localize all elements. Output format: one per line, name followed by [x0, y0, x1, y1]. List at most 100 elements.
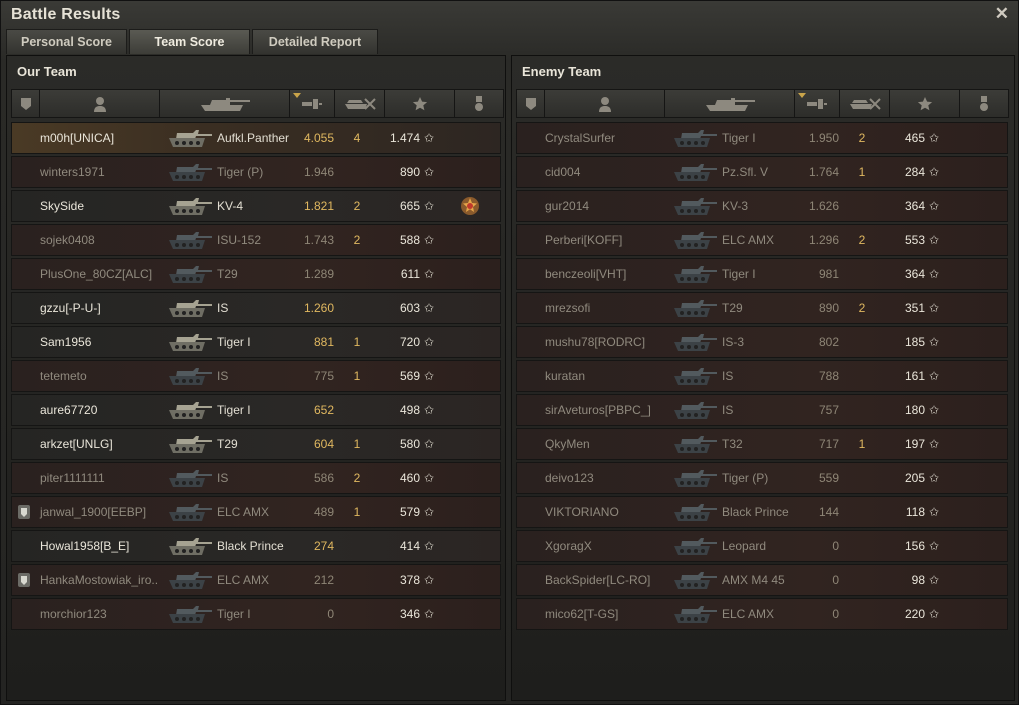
tab-personal-score[interactable]: Personal Score [6, 29, 127, 54]
kills-value: 1 [353, 437, 361, 451]
player-row[interactable]: sojek0408 ISU-152 1.743 2 588 ✩ [11, 224, 501, 256]
tank-name: T29 [217, 437, 238, 451]
player-row[interactable]: gzzu[-P-U-] IS 1.260 603 ✩ [11, 292, 501, 324]
xp-star-icon: ✩ [424, 437, 435, 451]
player-row[interactable]: kuratan IS 788 161 ✩ [516, 360, 1008, 392]
player-row[interactable]: CrystalSurfer Tiger I 1.950 2 465 ✩ [516, 122, 1008, 154]
xp-value: 460 [399, 471, 420, 485]
player-row[interactable]: mico62[T-GS] ELC AMX 0 220 ✩ [516, 598, 1008, 630]
our-header-damage[interactable] [290, 90, 335, 117]
tank-name: Tiger I [217, 403, 251, 417]
damage-value: 489 [313, 505, 334, 519]
tank-icon [670, 397, 720, 423]
kills-value: 2 [353, 199, 361, 213]
player-row[interactable]: gur2014 KV-3 1.626 364 ✩ [516, 190, 1008, 222]
our-header-xp-star[interactable] [385, 90, 455, 117]
xp-star-icon: ✩ [929, 369, 940, 383]
tank-icon [670, 125, 720, 151]
xp-star-icon [917, 96, 933, 112]
tank-icon [670, 601, 720, 627]
player-row[interactable]: HankaMostowiak_iro.. ELC AMX 212 378 ✩ [11, 564, 501, 596]
player-row[interactable]: XgoragX Leopard 0 156 ✩ [516, 530, 1008, 562]
tank-icon [198, 96, 252, 112]
player-row[interactable]: m00h[UNICA] Aufkl.Panther 4.055 4 1.474 ✩ [11, 122, 501, 154]
player-row[interactable]: BackSpider[LC-RO] AMX M4 45 0 98 ✩ [516, 564, 1008, 596]
player-name: deivo123 [545, 471, 594, 485]
player-name: HankaMostowiak_iro.. [40, 573, 159, 587]
our-team-panel: Our Team m00h[UNICA] Aufkl.Panther 4.055 4 1… [6, 55, 506, 701]
damage-value: 0 [832, 539, 839, 553]
xp-value: 284 [904, 165, 925, 179]
battle-results-window: Battle Results ✕ Personal Score Team Sco… [0, 0, 1019, 705]
xp-star-icon: ✩ [424, 199, 435, 213]
player-row[interactable]: cid004 Pz.Sfl. V 1.764 1 284 ✩ [516, 156, 1008, 188]
tank-name: Tiger I [217, 335, 251, 349]
damage-value: 4.055 [303, 131, 334, 145]
our-header-player[interactable] [40, 90, 160, 117]
platoon-slot [12, 293, 36, 323]
xp-star-icon: ✩ [424, 607, 435, 621]
tank-icon [165, 431, 215, 457]
our-header-platoon[interactable] [12, 90, 40, 117]
player-name: m00h[UNICA] [40, 131, 115, 145]
xp-star-icon: ✩ [929, 573, 940, 587]
tank-name: Pz.Sfl. V [722, 165, 769, 179]
player-row[interactable]: QkyMen T32 717 1 197 ✩ [516, 428, 1008, 460]
player-row[interactable]: PlusOne_80CZ[ALC] T29 1.289 611 ✩ [11, 258, 501, 290]
player-row[interactable]: winters1971 Tiger (P) 1.946 890 ✩ [11, 156, 501, 188]
player-name: XgoragX [545, 539, 592, 553]
our-header-medal[interactable] [455, 90, 503, 117]
tank-name: T29 [217, 267, 238, 281]
tank-icon [670, 295, 720, 321]
player-row[interactable]: aure67720 Tiger I 652 498 ✩ [11, 394, 501, 426]
xp-value: 185 [904, 335, 925, 349]
kills-value: 1 [858, 165, 866, 179]
enemy-header-platoon[interactable] [517, 90, 545, 117]
enemy-header-xp-star[interactable] [890, 90, 960, 117]
tank-icon [165, 329, 215, 355]
our-header-kills[interactable] [335, 90, 385, 117]
kills-icon [848, 97, 882, 111]
tank-icon [165, 397, 215, 423]
player-row[interactable]: mrezsofi T29 890 2 351 ✩ [516, 292, 1008, 324]
tab-detailed-report[interactable]: Detailed Report [252, 29, 378, 54]
damage-icon [301, 97, 323, 111]
player-row[interactable]: arkzet[UNLG] T29 604 1 580 ✩ [11, 428, 501, 460]
player-row[interactable]: mushu78[RODRC] IS-3 802 185 ✩ [516, 326, 1008, 358]
player-name: mico62[T-GS] [545, 607, 619, 621]
tab-team-score[interactable]: Team Score [129, 29, 250, 54]
enemy-header-damage[interactable] [795, 90, 840, 117]
player-name: BackSpider[LC-RO] [545, 573, 651, 587]
player-row[interactable]: benczeoli[VHT] Tiger I 981 364 ✩ [516, 258, 1008, 290]
enemy-header-medal[interactable] [960, 90, 1008, 117]
tank-name: ELC AMX [217, 573, 270, 587]
platoon-slot [12, 327, 36, 357]
enemy-header-kills[interactable] [840, 90, 890, 117]
player-row[interactable]: sirAveturos[PBPC_] IS 757 180 ✩ [516, 394, 1008, 426]
player-row[interactable]: VIKTORIANO Black Prince 144 118 ✩ [516, 496, 1008, 528]
our-team-title: Our Team [17, 63, 77, 79]
xp-star-icon: ✩ [929, 301, 940, 315]
enemy-header-player[interactable] [545, 90, 665, 117]
xp-star-icon: ✩ [929, 165, 940, 179]
player-row[interactable]: janwal_1900[EEBP] ELC AMX 489 1 579 ✩ [11, 496, 501, 528]
player-row[interactable]: morchior123 Tiger I 0 346 ✩ [11, 598, 501, 630]
xp-value: 364 [904, 199, 925, 213]
tank-icon [165, 363, 215, 389]
player-row[interactable]: piter1111111 IS 586 2 460 ✩ [11, 462, 501, 494]
close-icon[interactable]: ✕ [995, 4, 1009, 24]
enemy-header-tank[interactable] [665, 90, 795, 117]
title-bar: Battle Results ✕ [1, 1, 1018, 28]
platoon-slot [517, 327, 541, 357]
player-row[interactable]: tetemeto IS 775 1 569 ✩ [11, 360, 501, 392]
kills-value: 2 [858, 233, 866, 247]
player-row[interactable]: Sam1956 Tiger I 881 1 720 ✩ [11, 326, 501, 358]
player-name: tetemeto [40, 369, 87, 383]
player-row[interactable]: Howal1958[B_E] Black Prince 274 414 ✩ [11, 530, 501, 562]
player-row[interactable]: Perberi[KOFF] ELC AMX 1.296 2 553 ✩ [516, 224, 1008, 256]
our-header-tank[interactable] [160, 90, 290, 117]
platoon-slot [12, 123, 36, 153]
platoon-slot [12, 361, 36, 391]
player-row[interactable]: SkySide KV-4 1.821 2 665 ✩ [11, 190, 501, 222]
player-row[interactable]: deivo123 Tiger (P) 559 205 ✩ [516, 462, 1008, 494]
